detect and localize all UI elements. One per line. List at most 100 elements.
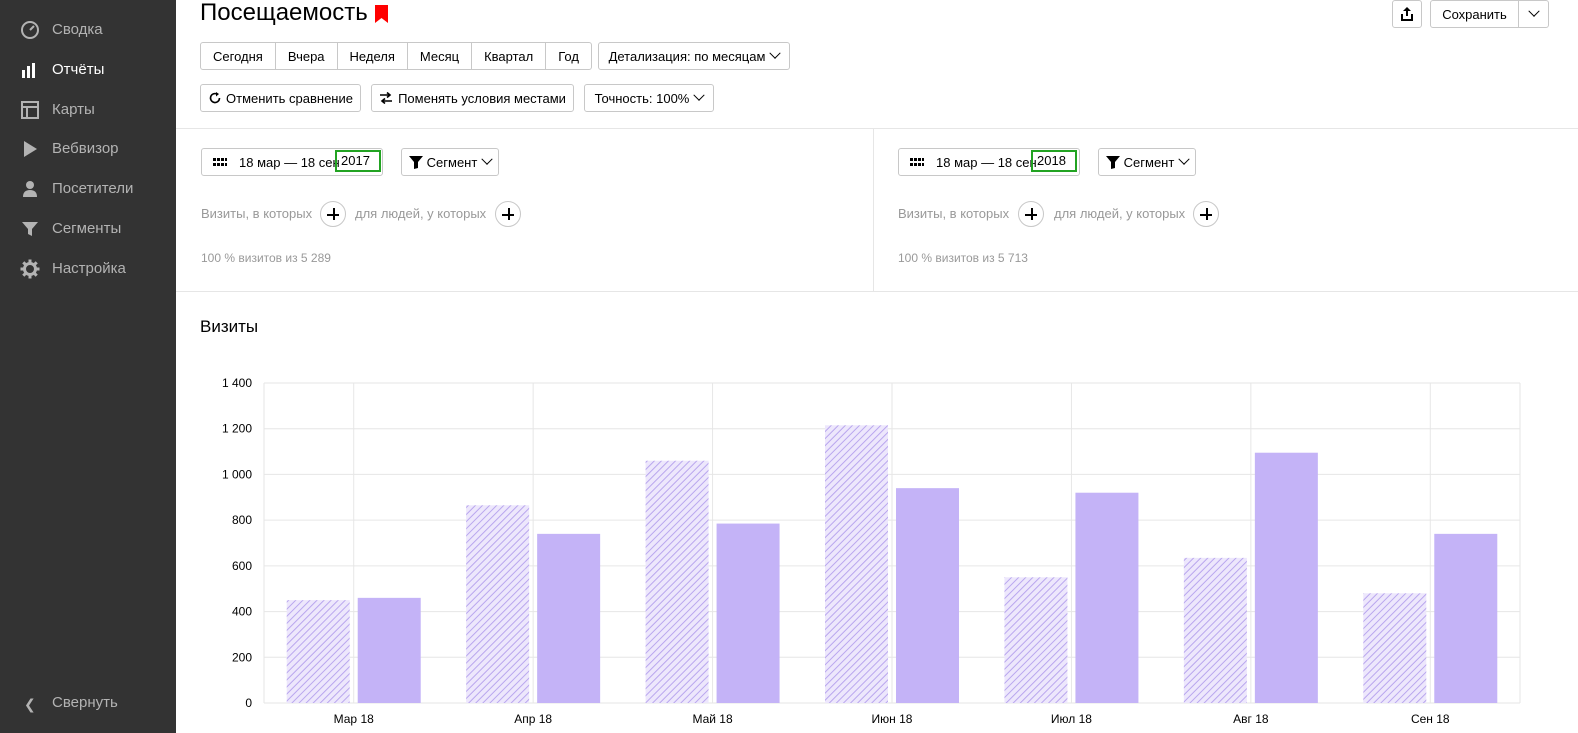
cancel-compare-button[interactable]: Отменить сравнение: [200, 84, 361, 112]
accuracy-dropdown[interactable]: Точность: 100%: [584, 84, 714, 112]
chart-title: Визиты: [200, 317, 259, 336]
map-layout-icon: [21, 101, 39, 119]
sidebar-item-label: Сегменты: [52, 220, 122, 237]
add-people-condition-button[interactable]: [1193, 201, 1219, 227]
swap-conditions-button[interactable]: Поменять условия местами: [371, 84, 574, 112]
add-people-condition-button[interactable]: [495, 201, 521, 227]
user-icon: [23, 181, 37, 197]
sidebar-item-maps[interactable]: Карты: [0, 90, 176, 128]
bar-2018: [1254, 452, 1318, 703]
calendar-icon: [910, 158, 924, 166]
bookmark-icon[interactable]: [375, 5, 388, 23]
export-button[interactable]: [1392, 0, 1422, 28]
y-tick-label: 600: [232, 559, 252, 573]
y-tick-label: 400: [232, 605, 252, 619]
y-tick-label: 200: [232, 650, 252, 664]
segment-right-button[interactable]: Сегмент: [1098, 148, 1196, 176]
collapse-label: Свернуть: [52, 694, 118, 711]
visits-condition-label: Визиты, в которых: [898, 206, 1010, 221]
bar-2018: [357, 597, 421, 703]
divider: [176, 128, 1578, 129]
sidebar-item-label: Настройка: [52, 260, 126, 277]
page-title: Посещаемость: [200, 0, 368, 26]
bar-2018: [1075, 492, 1139, 703]
divider: [176, 291, 1578, 292]
calendar-icon: [213, 158, 227, 166]
sidebar-item-segments[interactable]: Сегменты: [0, 209, 176, 247]
segment-label: Сегмент: [1123, 154, 1175, 170]
swap-icon: [380, 92, 393, 104]
date-range-text: 18 мар — 18 сен: [239, 155, 340, 170]
share-icon: [1401, 7, 1413, 21]
segment-left-button[interactable]: Сегмент: [401, 148, 499, 176]
date-range-right-button[interactable]: 18 мар — 18 сен 2018: [898, 148, 1080, 176]
y-tick-label: 800: [232, 513, 252, 527]
bar-2018: [537, 533, 601, 703]
divider: [873, 129, 874, 291]
sidebar-item-visitors[interactable]: Посетители: [0, 169, 176, 207]
play-icon: [24, 141, 37, 157]
gear-icon: [20, 259, 40, 279]
x-tick-label: Авг 18: [1233, 712, 1269, 726]
bar-2017: [1183, 557, 1247, 703]
refresh-icon: [209, 92, 221, 104]
filter-icon: [22, 222, 38, 236]
sidebar-item-label: Отчёты: [52, 61, 105, 78]
bar-2017: [825, 425, 888, 703]
sidebar-collapse-button[interactable]: ❮ Свернуть: [0, 684, 176, 722]
date-range-left-button[interactable]: 18 мар — 18 сен 2017: [201, 148, 383, 176]
sidebar-item-label: Вебвизор: [52, 140, 119, 157]
bar-2018: [896, 488, 959, 703]
chevron-down-icon: [693, 89, 706, 101]
filter-icon: [1105, 155, 1120, 169]
save-menu-button[interactable]: [1518, 0, 1549, 28]
x-tick-label: Июн 18: [872, 712, 913, 726]
add-visit-condition-button[interactable]: [320, 201, 346, 227]
bar-2018: [1434, 533, 1498, 703]
filter-icon: [408, 155, 423, 169]
sidebar: Сводка Отчёты Карты Вебвизор Посетители …: [0, 0, 176, 733]
period-year[interactable]: Год: [546, 43, 591, 69]
period-month[interactable]: Месяц: [408, 43, 473, 69]
visits-share-text: 100 % визитов из 5 289: [201, 251, 331, 265]
segment-label: Сегмент: [426, 154, 478, 170]
save-button[interactable]: Сохранить: [1430, 0, 1519, 28]
detail-label: Детализация: по месяцам: [608, 48, 766, 64]
sidebar-item-label: Сводка: [52, 21, 103, 38]
date-year-highlight: 2018: [1031, 150, 1077, 172]
people-condition-label: для людей, у которых: [1054, 206, 1186, 221]
x-tick-label: Апр 18: [514, 712, 552, 726]
chevron-down-icon: [1178, 153, 1190, 165]
bar-chart-icon: [22, 63, 35, 78]
sidebar-item-reports[interactable]: Отчёты: [0, 50, 176, 88]
add-visit-condition-button[interactable]: [1018, 201, 1044, 227]
sidebar-item-label: Карты: [52, 101, 95, 118]
sidebar-item-settings[interactable]: Настройка: [0, 249, 176, 287]
period-week[interactable]: Неделя: [338, 43, 408, 69]
y-tick-label: 1 200: [222, 422, 252, 436]
period-yesterday[interactable]: Вчера: [276, 43, 338, 69]
sidebar-item-webvisor[interactable]: Вебвизор: [0, 129, 176, 167]
date-range-text: 18 мар — 18 сен: [936, 155, 1037, 170]
chevron-down-icon: [1527, 5, 1540, 17]
bar-2017: [1004, 577, 1068, 703]
period-quarter[interactable]: Квартал: [472, 43, 547, 69]
bar-2017: [645, 460, 709, 703]
period-selector: Сегодня Вчера Неделя Месяц Квартал Год: [200, 42, 592, 70]
accuracy-label: Точность: 100%: [594, 90, 690, 106]
chevron-left-icon: ❮: [24, 696, 36, 712]
visits-share-text: 100 % визитов из 5 713: [898, 251, 1028, 265]
visits-condition-label: Визиты, в которых: [201, 206, 313, 221]
cancel-compare-label: Отменить сравнение: [226, 90, 353, 106]
bar-2018: [716, 523, 780, 703]
period-today[interactable]: Сегодня: [201, 43, 276, 69]
date-year-highlight: 2017: [335, 150, 381, 172]
x-tick-label: Мар 18: [334, 712, 374, 726]
y-tick-label: 1 400: [222, 376, 252, 390]
bar-2017: [466, 505, 530, 703]
bar-2017: [1363, 593, 1427, 703]
detail-dropdown[interactable]: Детализация: по месяцам: [598, 42, 790, 70]
x-tick-label: Сен 18: [1411, 712, 1450, 726]
y-tick-label: 0: [245, 696, 252, 710]
sidebar-item-summary[interactable]: Сводка: [0, 10, 176, 48]
